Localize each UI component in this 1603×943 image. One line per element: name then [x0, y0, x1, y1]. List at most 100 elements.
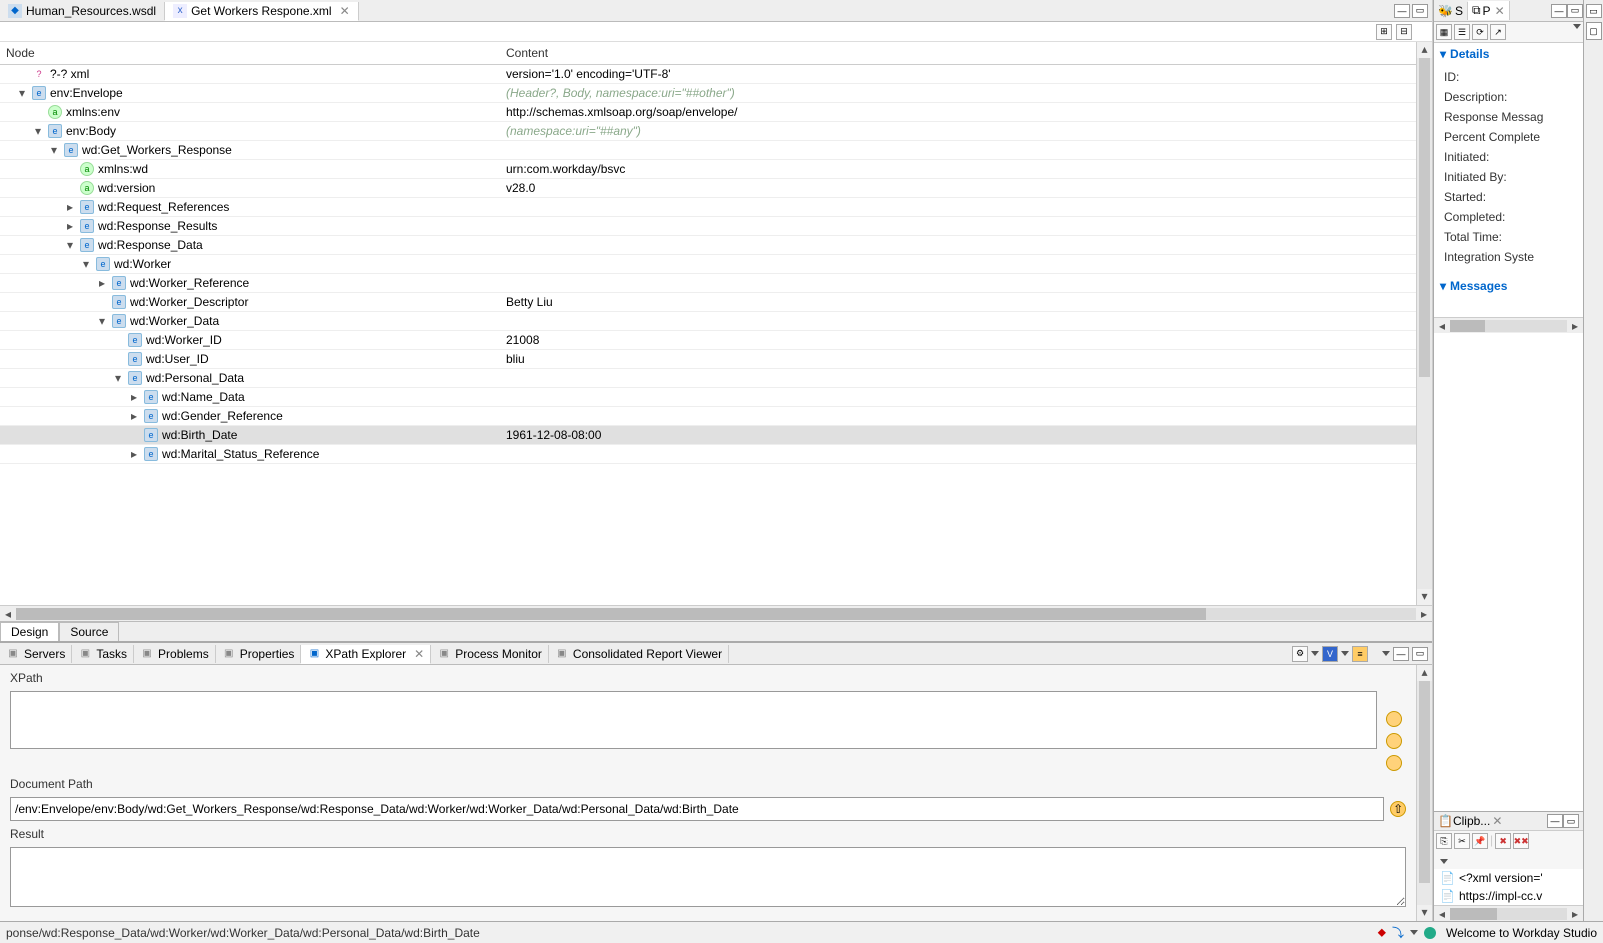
- view-tab-xpath-explorer[interactable]: ▣XPath Explorer✕: [301, 645, 431, 664]
- maximize-icon[interactable]: ▭: [1412, 4, 1428, 18]
- messages-header[interactable]: ▾Messages: [1434, 275, 1583, 297]
- details-header[interactable]: ▾Details: [1434, 43, 1583, 65]
- list-icon[interactable]: ☰: [1454, 24, 1470, 40]
- twisty-icon[interactable]: ▾: [112, 371, 124, 385]
- close-icon[interactable]: ✕: [1492, 814, 1502, 828]
- right-tab-p[interactable]: ⧉ P ✕: [1468, 1, 1510, 20]
- tab-design[interactable]: Design: [0, 622, 59, 641]
- close-icon[interactable]: ✕: [414, 647, 424, 661]
- scroll-up-icon[interactable]: ▴: [1417, 665, 1432, 681]
- view-tab-properties[interactable]: ▣Properties: [216, 645, 302, 663]
- twisty-icon[interactable]: ▾: [16, 86, 28, 100]
- dropdown-icon[interactable]: [1440, 859, 1448, 864]
- dropdown-icon[interactable]: [1311, 651, 1319, 656]
- tree-row[interactable]: ▾ewd:Personal_Data: [0, 369, 1416, 388]
- minimize-icon[interactable]: —: [1394, 4, 1410, 18]
- maximize-icon[interactable]: ▭: [1412, 647, 1428, 661]
- tree-scroll[interactable]: Node Content ??-? xmlversion='1.0' encod…: [0, 42, 1416, 605]
- minimize-icon[interactable]: —: [1547, 814, 1563, 828]
- scroll-up-icon[interactable]: ▴: [1417, 42, 1432, 58]
- view-menu-icon[interactable]: [1382, 651, 1390, 656]
- grid-icon[interactable]: ▦: [1436, 24, 1452, 40]
- view-tab-problems[interactable]: ▣Problems: [134, 645, 216, 663]
- clipboard-item[interactable]: 📄<?xml version=': [1434, 869, 1583, 887]
- tree-row[interactable]: ewd:Worker_ID21008: [0, 331, 1416, 350]
- export-icon[interactable]: ↗: [1490, 24, 1506, 40]
- twisty-icon[interactable]: ▾: [64, 238, 76, 252]
- minimize-icon[interactable]: —: [1551, 4, 1567, 18]
- scroll-thumb[interactable]: [1419, 681, 1430, 883]
- horizontal-scrollbar[interactable]: ◂ ▸: [0, 605, 1432, 621]
- scroll-down-icon[interactable]: ▾: [1417, 905, 1432, 921]
- tree-row[interactable]: ▾ewd:Worker_Data: [0, 312, 1416, 331]
- close-icon[interactable]: ✕: [1495, 4, 1505, 18]
- eval-icon[interactable]: ≡: [1352, 646, 1368, 662]
- error-icon[interactable]: ⬥: [1378, 925, 1386, 940]
- view-tab-consolidated-report-viewer[interactable]: ▣Consolidated Report Viewer: [549, 645, 729, 663]
- maximize-icon[interactable]: ▭: [1563, 814, 1579, 828]
- tree-row[interactable]: ▸ewd:Marital_Status_Reference: [0, 445, 1416, 464]
- vertical-scrollbar[interactable]: ▴ ▾: [1416, 42, 1432, 605]
- editor-tab-wsdl[interactable]: ◆ Human_Resources.wsdl: [0, 2, 165, 20]
- tree-row[interactable]: ▾eenv:Body(namespace:uri="##any"): [0, 122, 1416, 141]
- twisty-icon[interactable]: ▸: [64, 219, 76, 233]
- twisty-icon[interactable]: ▸: [128, 390, 140, 404]
- right-tab-s[interactable]: 🐝 S: [1434, 2, 1468, 20]
- tree-row[interactable]: ▸ewd:Gender_Reference: [0, 407, 1416, 426]
- gear-icon[interactable]: ⚙: [1292, 646, 1308, 662]
- col-content[interactable]: Content: [500, 42, 1416, 65]
- tree-row[interactable]: ▾ewd:Worker: [0, 255, 1416, 274]
- dropdown-icon[interactable]: [1410, 930, 1418, 935]
- tree-row[interactable]: ewd:Worker_DescriptorBetty Liu: [0, 293, 1416, 312]
- twisty-icon[interactable]: ▾: [96, 314, 108, 328]
- copy-icon[interactable]: ⎘: [1436, 833, 1452, 849]
- twisty-icon[interactable]: ▸: [128, 409, 140, 423]
- tree-row[interactable]: axmlns:wdurn:com.workday/bsvc: [0, 160, 1416, 179]
- tree-row[interactable]: ▸ewd:Response_Results: [0, 217, 1416, 236]
- twisty-icon[interactable]: ▾: [80, 257, 92, 271]
- tree-row[interactable]: awd:versionv28.0: [0, 179, 1416, 198]
- twisty-icon[interactable]: ▸: [64, 200, 76, 214]
- view-tab-tasks[interactable]: ▣Tasks: [72, 645, 134, 663]
- tree-row[interactable]: ▸ewd:Request_References: [0, 198, 1416, 217]
- result-output[interactable]: [10, 847, 1406, 907]
- var-icon[interactable]: V: [1322, 646, 1338, 662]
- tree-row[interactable]: ewd:Birth_Date1961-12-08-08:00: [0, 426, 1416, 445]
- view-menu-icon[interactable]: [1573, 24, 1581, 29]
- twisty-icon[interactable]: ▸: [96, 276, 108, 290]
- scroll-down-icon[interactable]: ▾: [1417, 589, 1432, 605]
- view-tab-process-monitor[interactable]: ▣Process Monitor: [431, 645, 549, 663]
- minimize-icon[interactable]: —: [1393, 647, 1409, 661]
- dropdown-icon[interactable]: [1341, 651, 1349, 656]
- tab-source[interactable]: Source: [59, 622, 119, 641]
- scroll-left-icon[interactable]: ◂: [0, 607, 16, 621]
- pin-icon[interactable]: 📌: [1472, 833, 1488, 849]
- tree-row[interactable]: ▸ewd:Name_Data: [0, 388, 1416, 407]
- xpath-action-icon[interactable]: [1386, 733, 1402, 749]
- refresh-icon[interactable]: ⟳: [1472, 24, 1488, 40]
- tree-row[interactable]: ▾ewd:Get_Workers_Response: [0, 141, 1416, 160]
- clear-icon[interactable]: ✖✖: [1513, 833, 1529, 849]
- up-arrow-icon[interactable]: ⇧: [1390, 801, 1406, 817]
- step-icon[interactable]: ⤵: [1392, 924, 1404, 941]
- xpath-action-icon[interactable]: [1386, 755, 1402, 771]
- tree-row[interactable]: ▾ewd:Response_Data: [0, 236, 1416, 255]
- maximize-icon[interactable]: ▭: [1567, 4, 1583, 18]
- tree-row[interactable]: ▾eenv:Envelope(Header?, Body, namespace:…: [0, 84, 1416, 103]
- twisty-icon[interactable]: ▾: [32, 124, 44, 138]
- document-path-input[interactable]: [10, 797, 1384, 821]
- restore-icon[interactable]: ▭: [1586, 4, 1602, 18]
- outline-icon[interactable]: ▢: [1586, 22, 1602, 40]
- editor-tab-xml[interactable]: x Get Workers Respone.xml ✕: [165, 2, 359, 21]
- vertical-scrollbar[interactable]: ▴ ▾: [1416, 665, 1432, 921]
- scroll-thumb[interactable]: [1419, 58, 1430, 377]
- expand-all-icon[interactable]: ⊞: [1376, 24, 1392, 40]
- xpath-input[interactable]: [10, 691, 1377, 749]
- scroll-thumb[interactable]: [16, 608, 1206, 620]
- scroll-right-icon[interactable]: ▸: [1416, 607, 1432, 621]
- clipboard-item[interactable]: 📄https://impl-cc.v: [1434, 887, 1583, 905]
- xpath-action-icon[interactable]: [1386, 711, 1402, 727]
- tree-row[interactable]: ewd:User_IDbliu: [0, 350, 1416, 369]
- twisty-icon[interactable]: ▾: [48, 143, 60, 157]
- view-tab-servers[interactable]: ▣Servers: [0, 645, 72, 663]
